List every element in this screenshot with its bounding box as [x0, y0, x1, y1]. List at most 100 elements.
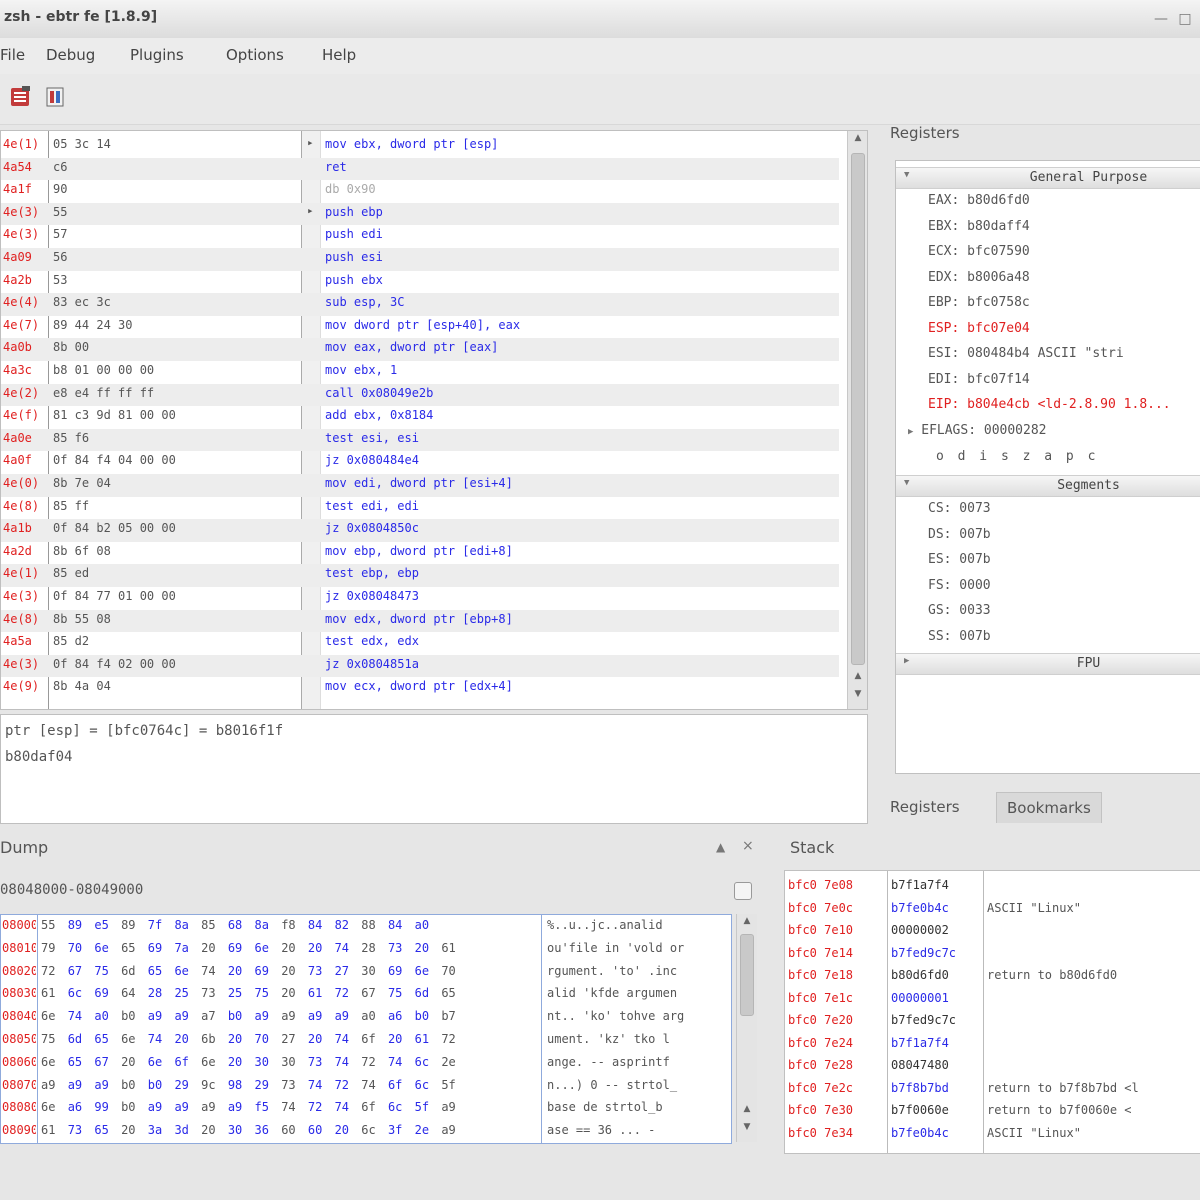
menu-help[interactable]: Help [322, 46, 356, 64]
dump-row[interactable]: 08060 6e 65 67 20 6e 6f 6e 20 30 30 73 74… [1, 1052, 731, 1075]
group-general[interactable]: ▼ General Purpose [896, 167, 1200, 189]
scroll-thumb[interactable] [851, 153, 865, 665]
segment-register[interactable]: GS: 0033 [928, 603, 991, 618]
menu-plugins[interactable]: Plugins [130, 46, 184, 64]
segment-register[interactable]: CS: 0073 [928, 501, 991, 516]
disassembly-row[interactable]: 4a0e 85 f6 test esi, esi [1, 428, 839, 452]
disassembly-row[interactable]: 4a09 56 push esi [1, 248, 839, 271]
stack-row[interactable]: bfc0 7e1c 00000001 [785, 988, 1200, 1011]
segment-register[interactable]: SS: 007b [928, 629, 991, 644]
step-icon[interactable] [44, 84, 70, 110]
hex-byte: 6e [174, 963, 189, 978]
stack-row[interactable]: bfc0 7e20 b7fed9c7c [785, 1010, 1200, 1033]
new-tab-icon[interactable] [734, 882, 752, 900]
disassembly-row[interactable]: 4e(1) 85 ed test ebp, ebp [1, 564, 839, 587]
disassembly-row[interactable]: 4a3c b8 01 00 00 00 mov ebx, 1 [1, 361, 839, 384]
stack-row[interactable]: bfc0 7e14 b7fed9c7c [785, 943, 1200, 966]
menu-debug[interactable]: Debug [46, 46, 95, 64]
disassembly-row[interactable]: 4a5a 85 d2 test edx, edx [1, 632, 839, 655]
hex-byte: 73 [307, 963, 323, 978]
registers-pane[interactable]: ▼ General Purpose EAX: b80d6fd0 EBX: b80d… [895, 160, 1200, 774]
run-icon[interactable] [8, 84, 34, 110]
scroll-up-icon[interactable]: ▲ [848, 671, 867, 681]
disassembly-view[interactable]: 4e(1) 05 3c 14 ▸ mov ebx, dword ptr [esp] 4a… [0, 130, 868, 710]
dump-range-tab[interactable]: 08048000-08049000 [0, 882, 143, 898]
disassembly-row[interactable]: 4e(4) 83 ec 3c sub esp, 3C [1, 293, 839, 316]
disassembly-row[interactable]: 4e(3) 55 ▸ push ebp [1, 202, 839, 226]
dump-row[interactable]: 08070 a9 a9 a9 b0 b0 29 9c 98 29 73 74 72… [1, 1075, 731, 1098]
disassembly-row[interactable]: 4e(3) 0f 84 77 01 00 00 jz 0x08048473 [1, 587, 839, 610]
dump-scrollbar[interactable]: ▲ ▲ ▼ [736, 914, 757, 1142]
general-register[interactable]: ESP: bfc07e04 [928, 321, 1030, 336]
hex-byte: 6c [387, 1100, 403, 1115]
segment-register[interactable]: FS: 0000 [928, 578, 991, 593]
stack-row[interactable]: bfc0 7e18 b80d6fd0 return to b80d6fd0 [785, 965, 1200, 988]
disassembly-row[interactable]: 4e(f) 81 c3 9d 81 00 00 add ebx, 0x8184 [1, 406, 839, 429]
general-register[interactable]: EAX: b80d6fd0 [928, 193, 1030, 208]
stack-row[interactable]: bfc0 7e34 b7fe0b4c ASCII "Linux" [785, 1123, 1200, 1146]
dump-row[interactable]: 08020 72 67 75 6d 65 6e 74 20 69 20 73 27… [1, 961, 731, 984]
stack-row[interactable]: bfc0 7e10 00000002 [785, 920, 1200, 943]
disassembly-row[interactable]: 4e(7) 89 44 24 30 mov dword ptr [esp+40], … [1, 316, 839, 339]
maximize-icon[interactable]: □ [1176, 10, 1194, 28]
segment-register[interactable]: ES: 007b [928, 552, 991, 567]
group-fpu[interactable]: ▶ FPU [896, 653, 1200, 675]
general-register[interactable]: ECX: bfc07590 [928, 244, 1030, 259]
general-register[interactable]: EDX: b8006a48 [928, 270, 1030, 285]
stack-row[interactable]: bfc0 7e24 b7f1a7f4 [785, 1033, 1200, 1056]
stack-row[interactable]: bfc0 7e08 b7f1a7f4 [785, 875, 1200, 898]
dump-row[interactable]: 08040 6e 74 a0 b0 a9 a9 a7 b0 a9 a9 a9 a9… [1, 1006, 731, 1029]
stack-row[interactable]: bfc0 7e0c b7fe0b4c ASCII "Linux" [785, 898, 1200, 921]
disassembly-row[interactable]: 4e(0) 8b 7e 04 mov edi, dword ptr [esi+4] [1, 474, 839, 497]
stack-row[interactable]: bfc0 7e30 b7f0060e return to b7f0060e < [785, 1100, 1200, 1123]
stack-row[interactable]: bfc0 7e2c b7f8b7bd return to b7f8b7bd <l [785, 1078, 1200, 1101]
scroll-down-icon[interactable]: ▼ [737, 1122, 757, 1132]
disassembly-row[interactable]: 4e(1) 05 3c 14 ▸ mov ebx, dword ptr [esp] [1, 135, 839, 158]
dump-row[interactable]: 08010 79 70 6e 65 69 7a 20 69 6e 20 20 74… [1, 938, 731, 961]
disassembly-row[interactable]: 4e(3) 57 push edi [1, 225, 839, 248]
dump-grid[interactable]: 08000 55 89 e5 89 7f 8a 85 68 8a f8 84 82… [0, 914, 732, 1144]
scroll-up-icon[interactable]: ▲ [848, 133, 867, 143]
scroll-up-icon[interactable]: ▲ [737, 916, 757, 926]
general-register[interactable]: ESI: 080484b4 ASCII "stri [928, 346, 1124, 361]
disassembly-row[interactable]: 4e(8) 85 ff test edi, edi [1, 497, 839, 520]
stack-row[interactable]: bfc0 7e28 08047480 [785, 1055, 1200, 1078]
stack-grid[interactable]: bfc0 7e08 b7f1a7f4 bfc0 7e0c b7fe0b4c ASCII … [784, 870, 1200, 1154]
hex-byte: 20 [121, 1123, 136, 1138]
disassembly-row[interactable]: 4a2d 8b 6f 08 mov ebp, dword ptr [edi+8] [1, 542, 839, 565]
dump-row[interactable]: 08050 75 6d 65 6e 74 20 6b 20 70 27 20 74… [1, 1029, 731, 1052]
disassembly-row[interactable]: 4a0f 0f 84 f4 04 00 00 jz 0x080484e4 [1, 451, 839, 474]
menu-file[interactable]: File [0, 46, 25, 64]
scroll-up-icon[interactable]: ▲ [737, 1104, 757, 1114]
disassembly-row[interactable]: 4e(2) e8 e4 ff ff ff call 0x08049e2b [1, 383, 839, 407]
general-register[interactable]: EIP: b804e4cb <ld-2.8.90 1.8... [928, 397, 1171, 412]
disassembly-row[interactable]: 4a2b 53 push ebx [1, 271, 839, 294]
dump-row[interactable]: 08080 6e a6 99 b0 a9 a9 a9 a9 f5 74 72 74… [1, 1097, 731, 1120]
expand-icon[interactable]: ▶ [908, 427, 913, 437]
disassembly-row[interactable]: 4e(3) 0f 84 f4 02 00 00 jz 0x0804851a [1, 654, 839, 678]
segment-register[interactable]: DS: 007b [928, 527, 991, 542]
close-icon[interactable]: × [742, 838, 754, 854]
eflags-register[interactable]: ▶ EFLAGS: 00000282 [908, 423, 1046, 438]
tab-bookmarks[interactable]: Bookmarks [996, 792, 1102, 823]
dump-row[interactable]: 08000 55 89 e5 89 7f 8a 85 68 8a f8 84 82… [1, 915, 731, 938]
dump-row[interactable]: 08090 61 73 65 20 3a 3d 20 30 36 60 60 20… [1, 1120, 731, 1143]
disassembly-row[interactable]: 4a54 c6 ret [1, 157, 839, 181]
general-register[interactable]: EDI: bfc07f14 [928, 372, 1030, 387]
tab-registers[interactable]: Registers [880, 792, 970, 822]
disassembly-row[interactable]: 4e(8) 8b 55 08 mov edx, dword ptr [ebp+8] [1, 609, 839, 633]
scroll-thumb[interactable] [740, 934, 754, 1016]
disassembly-scrollbar[interactable]: ▲ ▲ ▼ [847, 131, 867, 709]
scroll-down-icon[interactable]: ▼ [848, 689, 867, 699]
disassembly-row[interactable]: 4a1b 0f 84 b2 05 00 00 jz 0x0804850c [1, 519, 839, 542]
general-register[interactable]: EBP: bfc0758c [928, 295, 1030, 310]
general-register[interactable]: EBX: b80daff4 [928, 219, 1030, 234]
minimize-icon[interactable]: — [1152, 10, 1170, 28]
dump-row[interactable]: 08030 61 6c 69 64 28 25 73 25 75 20 61 72… [1, 983, 731, 1006]
group-segments[interactable]: ▼ Segments [896, 475, 1200, 497]
disassembly-row[interactable]: 4e(9) 8b 4a 04 mov ecx, dword ptr [edx+4] [1, 677, 839, 700]
menu-options[interactable]: Options [226, 46, 284, 64]
disassembly-row[interactable]: 4a0b 8b 00 mov eax, dword ptr [eax] [1, 338, 839, 361]
disassembly-row[interactable]: 4a1f 90 db 0x90 [1, 180, 839, 203]
float-icon[interactable]: ▲ [716, 840, 725, 854]
